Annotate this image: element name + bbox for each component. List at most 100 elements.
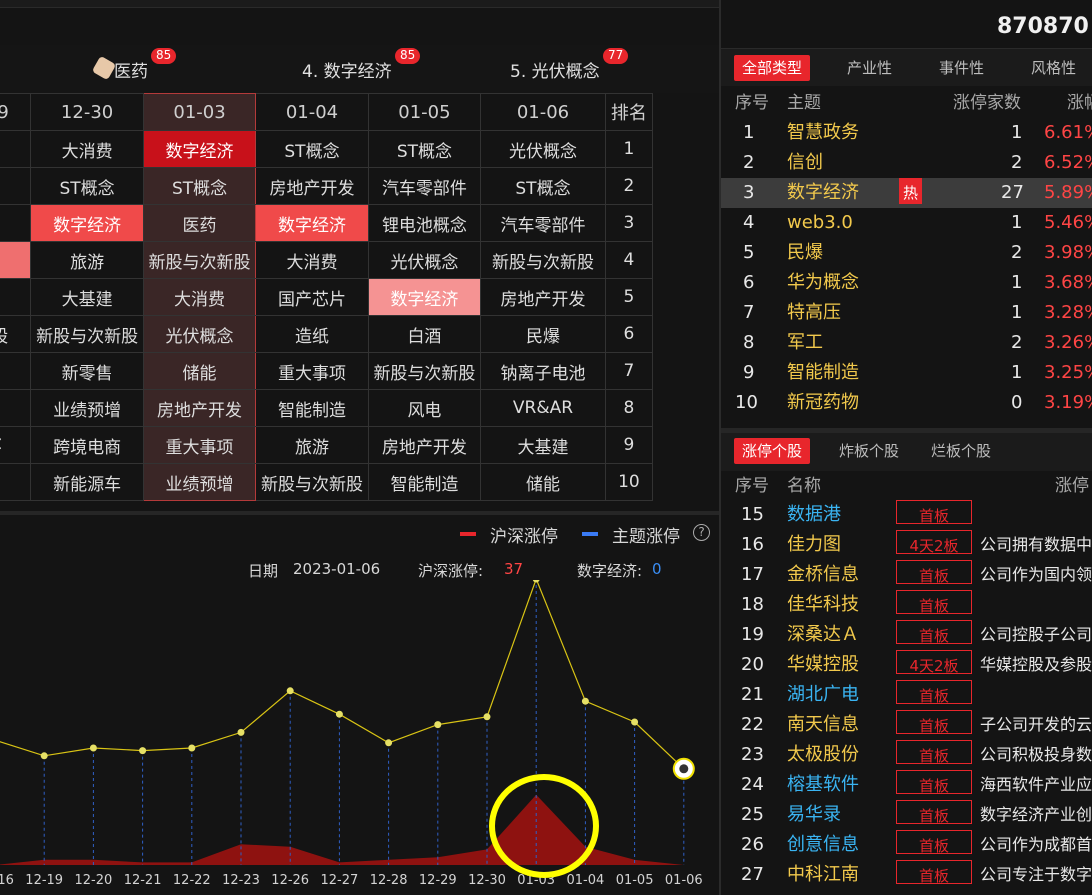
stock-row[interactable]: 15 数据港 首板 xyxy=(721,500,1092,530)
table-cell[interactable]: VR&AR xyxy=(480,389,606,427)
theme-label-digital[interactable]: 4. 数字经济 xyxy=(302,57,392,82)
table-cell[interactable]: 新股与次新股 xyxy=(30,315,144,353)
table-cell-highlight[interactable]: 数字经济 xyxy=(142,130,257,168)
table-cell-highlight[interactable]: 数字经济 xyxy=(367,278,482,316)
stock-row[interactable]: 22 南天信息 首板 子公司开发的云 xyxy=(721,710,1092,740)
theme-row[interactable]: 4 web3.0 1 5.46% xyxy=(721,208,1092,238)
table-cell[interactable]: 锂电池概念 xyxy=(367,204,482,242)
theme-label-medicine[interactable]: 医药 xyxy=(114,57,148,82)
table-cell[interactable]: AMC xyxy=(0,426,32,464)
table-cell-highlight[interactable]: 经济 xyxy=(0,241,32,279)
stock-row[interactable]: 26 创意信息 首板 公司作为成都首 xyxy=(721,830,1092,860)
table-cell[interactable]: ST概念 xyxy=(30,167,144,205)
table-cell[interactable]: 医药 xyxy=(142,204,257,242)
table-cell[interactable]: 汽车零部件 xyxy=(480,204,606,242)
table-cell[interactable]: 概念 xyxy=(0,352,32,390)
tab-event[interactable]: 事件性 xyxy=(939,55,984,81)
stock-row[interactable]: 17 金桥信息 首板 公司作为国内领 xyxy=(721,560,1092,590)
table-cell[interactable]: 大基建 xyxy=(30,278,144,316)
table-cell[interactable]: ST概念 xyxy=(142,167,257,205)
row-no: 18 xyxy=(741,594,764,615)
table-cell[interactable]: 储能 xyxy=(142,352,257,390)
theme-row[interactable]: 1 智慧政务 1 6.61% xyxy=(721,118,1092,148)
limit-up-chart[interactable]: 12-16 12-19 12-20 12-21 12-22 12-23 12-26 12-27… xyxy=(0,580,719,895)
table-cell-highlight[interactable]: 数字经济 xyxy=(30,204,144,242)
theme-row[interactable]: 8 军工 2 3.26% xyxy=(721,328,1092,358)
theme-row[interactable]: 9 智能制造 1 3.25% xyxy=(721,358,1092,388)
theme-row[interactable]: 10 新冠药物 0 3.19% xyxy=(721,388,1092,418)
stock-row[interactable]: 21 湖北广电 首板 xyxy=(721,680,1092,710)
table-cell[interactable]: 汽车零部件 xyxy=(367,167,482,205)
table-cell[interactable]: 旅游 xyxy=(255,426,369,464)
table-cell[interactable]: 白酒 xyxy=(367,315,482,353)
stock-row[interactable]: 20 华媒控股 4天2板 华媒控股及参股 xyxy=(721,650,1092,680)
row-pct: 3.19% xyxy=(1044,392,1092,413)
table-cell[interactable]: 房地产开发 xyxy=(480,278,606,316)
section-divider xyxy=(0,511,719,515)
table-cell[interactable]: 新能源车 xyxy=(30,463,144,501)
stock-row[interactable]: 19 深桑达Ａ 首板 公司控股子公司 xyxy=(721,620,1092,650)
table-cell[interactable]: 房地产开发 xyxy=(367,426,482,464)
table-cell[interactable]: 大消费 xyxy=(142,278,257,316)
stock-row[interactable]: 24 榕基软件 首板 海西软件产业应 xyxy=(721,770,1092,800)
table-cell[interactable]: 风电 xyxy=(367,389,482,427)
table-cell[interactable]: 新股与次新股 xyxy=(142,241,257,279)
table-cell[interactable]: 药 xyxy=(0,204,32,242)
table-cell[interactable]: 重大事项 xyxy=(142,426,257,464)
table-cell[interactable]: 大基建 xyxy=(480,426,606,464)
table-cell[interactable]: 光伏概念 xyxy=(480,130,606,168)
table-cell[interactable]: ST概念 xyxy=(255,130,369,168)
table-cell[interactable]: 光伏概念 xyxy=(367,241,482,279)
stock-row[interactable]: 16 佳力图 4天2板 公司拥有数据中 xyxy=(721,530,1092,560)
tab-industry[interactable]: 产业性 xyxy=(847,55,892,81)
theme-row[interactable]: 5 民爆 2 3.98% xyxy=(721,238,1092,268)
table-cell[interactable]: ST概念 xyxy=(367,130,482,168)
table-cell[interactable]: 旅游 xyxy=(30,241,144,279)
help-icon[interactable]: ? xyxy=(693,524,710,541)
table-cell[interactable]: 次新股 xyxy=(0,315,32,353)
table-cell[interactable]: 费 xyxy=(0,167,32,205)
table-cell[interactable]: 国产芯片 xyxy=(255,278,369,316)
tab-rotten-board[interactable]: 烂板个股 xyxy=(931,438,991,464)
table-cell[interactable]: 贸易 xyxy=(0,463,32,501)
table-cell[interactable]: 业绩预增 xyxy=(30,389,144,427)
table-cell[interactable]: 游 xyxy=(0,389,32,427)
table-cell[interactable]: 储能 xyxy=(480,463,606,501)
theme-row[interactable]: 7 特高压 1 3.28% xyxy=(721,298,1092,328)
table-cell[interactable]: 造纸 xyxy=(255,315,369,353)
stock-row[interactable]: 23 太极股份 首板 公司积极投身数 xyxy=(721,740,1092,770)
table-cell[interactable]: 大消费 xyxy=(255,241,369,279)
table-cell[interactable]: 新股与次新股 xyxy=(367,352,482,390)
table-cell[interactable]: 新股与次新股 xyxy=(480,241,606,279)
table-cell[interactable]: 房地产开发 xyxy=(255,167,369,205)
theme-row[interactable]: 6 华为概念 1 3.68% xyxy=(721,268,1092,298)
table-cell[interactable]: 新股与次新股 xyxy=(255,463,369,501)
table-cell[interactable]: 新零售 xyxy=(30,352,144,390)
table-cell[interactable]: 事项 xyxy=(0,278,32,316)
tab-all-types[interactable]: 全部类型 xyxy=(734,55,811,81)
table-cell[interactable]: 重大事项 xyxy=(255,352,369,390)
table-cell[interactable]: 房地产开发 xyxy=(142,389,257,427)
tab-limit-up-stocks[interactable]: 涨停个股 xyxy=(734,438,811,464)
table-cell[interactable]: 概念 xyxy=(0,130,32,168)
stock-row[interactable]: 27 中科江南 首板 公司专注于数字 xyxy=(721,860,1092,890)
stock-list[interactable]: 15 数据港 首板 16 佳力图 4天2板 公司拥有数据中 17 金桥信息 首板… xyxy=(721,500,1092,895)
tab-style[interactable]: 风格性 xyxy=(1031,55,1076,81)
table-cell[interactable]: 民爆 xyxy=(480,315,606,353)
table-cell[interactable]: 智能制造 xyxy=(255,389,369,427)
stock-row[interactable]: 18 佳华科技 首板 xyxy=(721,590,1092,620)
stock-row[interactable]: 25 易华录 首板 数字经济产业创 xyxy=(721,800,1092,830)
col-header-selected[interactable]: 01-03 xyxy=(142,93,257,131)
table-cell[interactable]: 光伏概念 xyxy=(142,315,257,353)
theme-row[interactable]: 2 信创 2 6.52% xyxy=(721,148,1092,178)
table-cell-highlight[interactable]: 数字经济 xyxy=(255,204,369,242)
table-cell[interactable]: 钠离子电池 xyxy=(480,352,606,390)
table-cell[interactable]: ST概念 xyxy=(480,167,606,205)
theme-label-pv[interactable]: 5. 光伏概念 xyxy=(510,57,600,82)
tab-broken-board[interactable]: 炸板个股 xyxy=(839,438,899,464)
theme-row-selected[interactable]: 3 数字经济 热 27 5.89% xyxy=(721,178,1092,208)
table-cell[interactable]: 智能制造 xyxy=(367,463,482,501)
table-cell[interactable]: 业绩预增 xyxy=(142,463,257,501)
table-cell[interactable]: 大消费 xyxy=(30,130,144,168)
table-cell[interactable]: 跨境电商 xyxy=(30,426,144,464)
